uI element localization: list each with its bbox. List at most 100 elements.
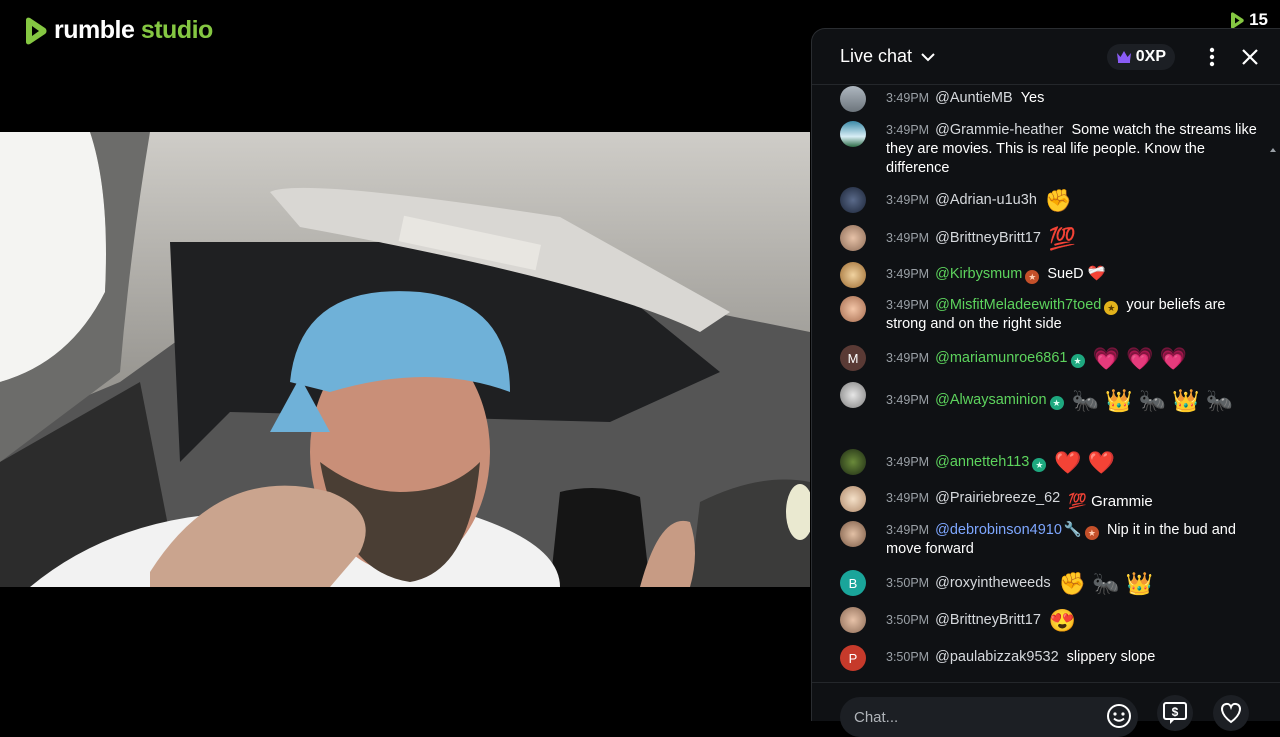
supporter-badge-icon: ★ (1084, 526, 1099, 540)
chat-message: M 3:49PM @mariamunroe6861 ★ 💗 💗 💗 (840, 345, 1257, 371)
chat-message: B 3:50PM @roxyintheweeds ✊ 🐜 👑 (840, 570, 1257, 596)
message-username[interactable]: @MisfitMeladeewith7toed (935, 297, 1101, 313)
message-text: ✊ (1044, 188, 1073, 213)
viewer-count-value: 15 (1249, 10, 1268, 29)
avatar-letter: P (848, 650, 858, 666)
heart-icon (1221, 702, 1241, 724)
chat-message: 3:49PM @MisfitMeladeewith7toed ★ your belie… (840, 296, 1257, 334)
message-username[interactable]: @Prairiebreeze_62 (935, 490, 1060, 506)
rumble-studio-logo[interactable]: rumble studio (22, 16, 213, 45)
more-options-button[interactable] (1197, 42, 1227, 72)
supporter-badge-icon: ★ (1025, 270, 1040, 284)
smiley-icon (1107, 704, 1131, 728)
xp-badge[interactable]: 0XP (1106, 43, 1175, 70)
message-username[interactable]: @BrittneyBritt17 (935, 612, 1041, 628)
message-text: 💯 Grammie (1068, 493, 1153, 510)
message-username[interactable]: @mariamunroe6861 (935, 350, 1067, 366)
chat-message: 3:49PM @Prairiebreeze_62 💯 Grammie (840, 486, 1257, 513)
scroll-up-arrow-icon[interactable] (1270, 148, 1276, 152)
supporter-badge-icon: ★ (1049, 396, 1064, 410)
chat-message-list[interactable]: 3:49PM @AuntieMB Yes 3:49PM @Grammie-heathe… (812, 86, 1280, 682)
message-username[interactable]: @annetteh113 (935, 454, 1029, 470)
message-time: 3:50PM (886, 613, 930, 627)
message-text: Yes (1020, 90, 1045, 106)
message-time: 3:49PM (886, 393, 930, 407)
message-time: 3:50PM (886, 650, 930, 664)
chat-input[interactable] (840, 697, 1138, 737)
xp-value: 0XP (1135, 47, 1166, 65)
message-text: 😍 (1048, 608, 1077, 633)
chat-title: Live chat (840, 46, 913, 66)
message-username[interactable]: @Kirbysmum (935, 266, 1022, 282)
avatar[interactable] (840, 449, 866, 475)
avatar[interactable] (840, 382, 866, 408)
avatar[interactable] (840, 187, 866, 213)
avatar[interactable]: P (840, 645, 866, 671)
logo-word-rumble: rumble (54, 16, 135, 44)
avatar[interactable] (840, 121, 866, 147)
message-time: 3:49PM (886, 491, 930, 505)
crown-icon (1116, 51, 1131, 63)
supporter-badge-icon: ★ (1032, 458, 1047, 472)
chat-header: Live chat 0XP (812, 29, 1280, 85)
message-username[interactable]: @debrobinson4910 (935, 522, 1062, 538)
avatar[interactable]: B (840, 570, 866, 596)
message-text: slippery slope (1066, 649, 1156, 665)
message-text: 💯 (1048, 226, 1077, 251)
moderator-wrench-icon: 🔧 (1063, 522, 1082, 538)
emoji-button[interactable] (1106, 703, 1132, 734)
message-username[interactable]: @AuntieMB (935, 90, 1013, 106)
message-username[interactable]: @paulabizzak9532 (935, 649, 1059, 665)
avatar[interactable] (840, 262, 866, 288)
chat-message: 3:49PM @debrobinson4910 🔧 ★ Nip it in the bu… (840, 521, 1257, 559)
avatar[interactable]: M (840, 345, 866, 371)
video-frame (0, 132, 810, 587)
like-button[interactable] (1213, 695, 1249, 731)
avatar[interactable] (840, 521, 866, 547)
chat-message: 3:49PM @Alwaysaminion ★ 🐜 👑 🐜 👑 🐜 (840, 382, 1257, 415)
message-username[interactable]: @roxyintheweeds (935, 575, 1050, 591)
close-chat-button[interactable] (1235, 42, 1265, 72)
chat-message: 3:49PM @annetteh113 ★ ❤️ ❤️ (840, 449, 1257, 475)
avatar[interactable] (840, 486, 866, 512)
more-vertical-icon (1209, 47, 1215, 66)
logo-text: rumble studio (54, 16, 213, 45)
rant-button[interactable]: $ (1157, 695, 1193, 731)
chat-message: 3:49PM @Kirbysmum ★ SueD ❤️‍🩹 (840, 262, 1257, 288)
message-time: 3:49PM (886, 91, 930, 105)
message-time: 3:49PM (886, 298, 930, 312)
avatar[interactable] (840, 86, 866, 112)
rumble-play-icon (26, 17, 47, 44)
chat-message: 3:49PM @BrittneyBritt17 💯 (840, 225, 1257, 251)
chevron-down-icon (921, 52, 935, 61)
avatar-letter: M (847, 350, 859, 366)
avatar[interactable] (840, 225, 866, 251)
message-username[interactable]: @Alwaysaminion (935, 392, 1046, 408)
chat-message: 3:49PM @Grammie-heather Some watch the str… (840, 121, 1257, 178)
dollar-chat-icon: $ (1163, 702, 1187, 724)
supporter-badge-icon: ★ (1070, 354, 1085, 368)
message-text: 💗 💗 💗 (1092, 346, 1187, 371)
chat-message: 3:50PM @BrittneyBritt17 😍 (840, 607, 1257, 633)
avatar[interactable] (840, 296, 866, 322)
message-time: 3:49PM (886, 193, 930, 207)
viewers-play-icon (1231, 11, 1244, 29)
avatar[interactable] (840, 607, 866, 633)
message-username[interactable]: @BrittneyBritt17 (935, 230, 1041, 246)
logo-word-studio: studio (140, 16, 214, 44)
svg-text:$: $ (1172, 705, 1179, 719)
chat-message: P 3:50PM @paulabizzak9532 slippery slope (840, 645, 1257, 671)
message-username[interactable]: @Grammie-heather (935, 122, 1063, 138)
message-time: 3:49PM (886, 267, 930, 281)
chat-footer: $ (812, 682, 1280, 737)
message-time: 3:49PM (886, 351, 930, 365)
chat-message: 3:49PM @AuntieMB Yes (840, 86, 1257, 112)
chat-mode-dropdown[interactable]: Live chat (840, 46, 1107, 67)
supporter-badge-icon: ★ (1104, 301, 1119, 315)
message-time: 3:49PM (886, 455, 930, 469)
message-text: ❤️ ❤️ (1054, 450, 1116, 475)
message-text: SueD ❤️‍🩹 (1047, 266, 1106, 282)
message-username[interactable]: @Adrian-u1u3h (935, 192, 1037, 208)
video-player[interactable] (0, 132, 810, 587)
message-time: 3:50PM (886, 576, 930, 590)
